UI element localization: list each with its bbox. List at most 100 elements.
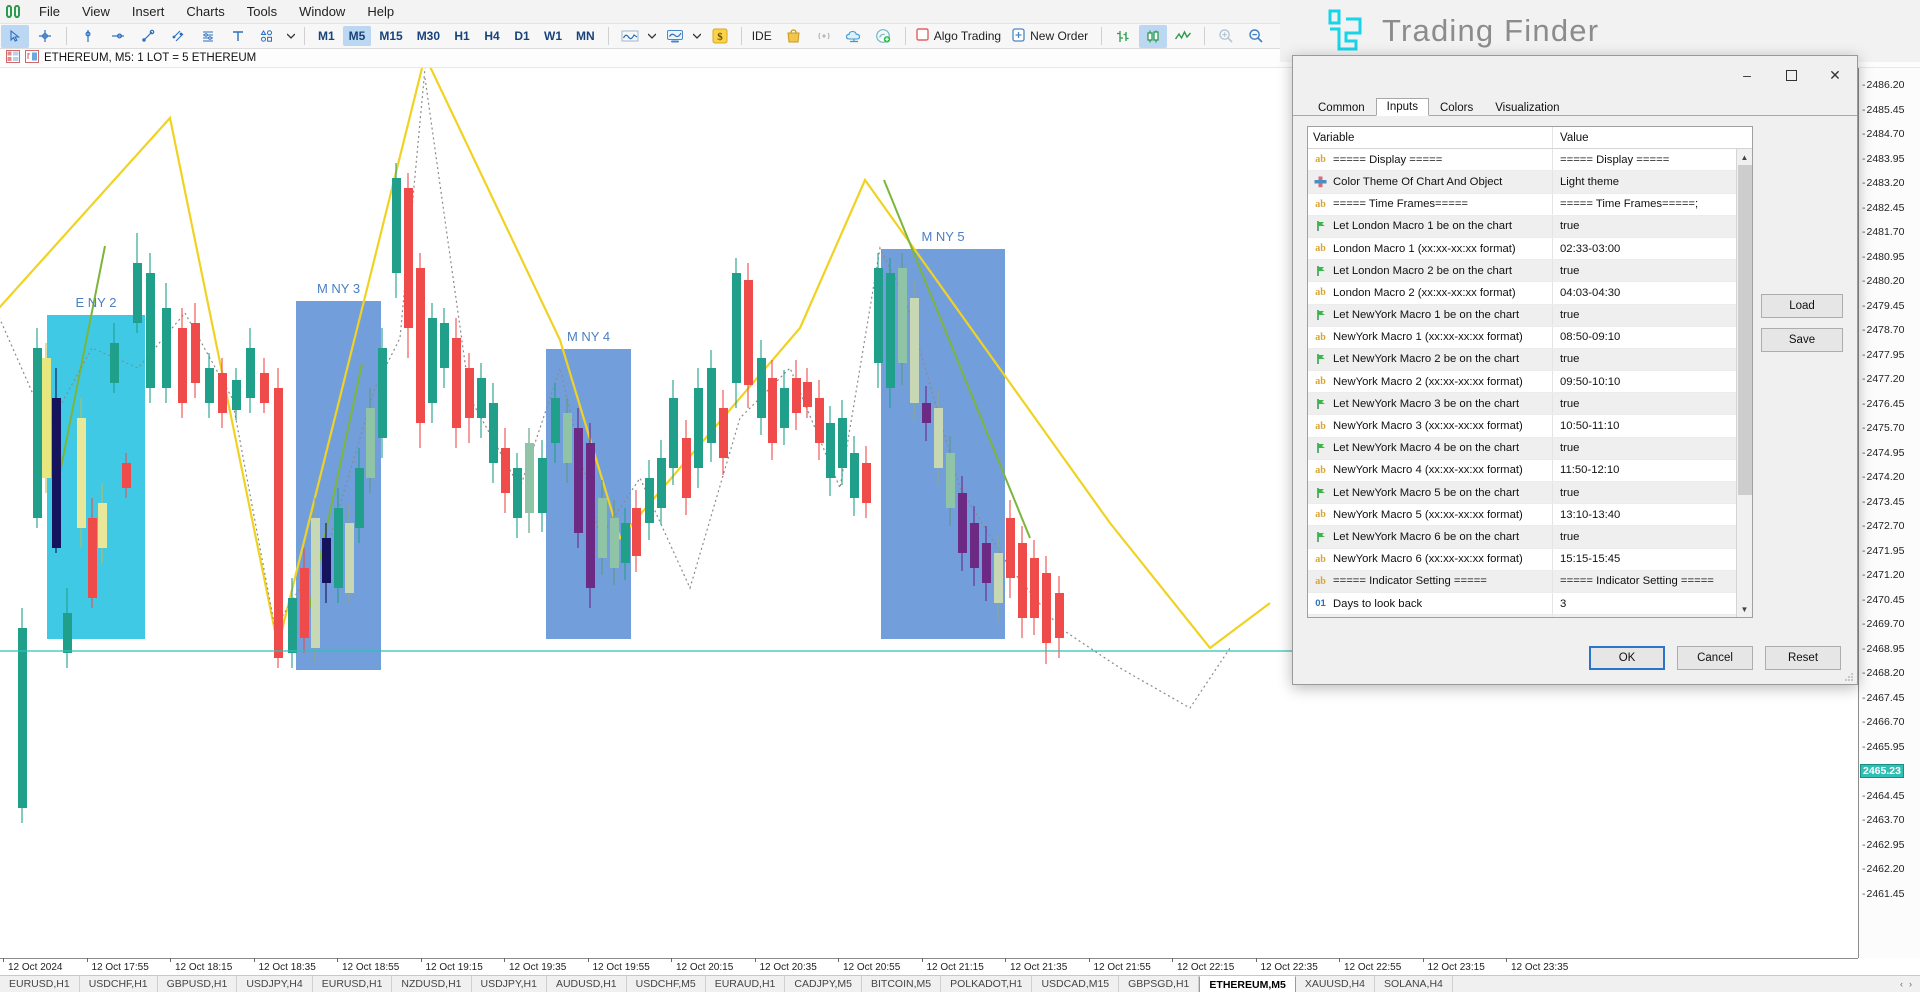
inputs-grid-row[interactable]: ab===== Visual Setting ========== Visual… — [1308, 615, 1736, 617]
symbol-tab[interactable]: USDCHF,M5 — [627, 976, 706, 992]
scroll-down-arrow-icon[interactable]: ▼ — [1737, 601, 1753, 617]
bar-chart-icon[interactable] — [1109, 25, 1137, 48]
inputs-grid-row[interactable]: Let NewYork Macro 2 be on the charttrue — [1308, 349, 1736, 371]
inputs-grid-row[interactable]: ab===== Display ========== Display ===== — [1308, 149, 1736, 171]
cursor-icon[interactable] — [1, 25, 29, 48]
inputs-grid-row[interactable]: Let NewYork Macro 3 be on the charttrue — [1308, 393, 1736, 415]
crosshair-icon[interactable] — [31, 25, 59, 48]
inputs-grid-scrollbar[interactable]: ▲ ▼ — [1736, 149, 1752, 617]
scrollbar-thumb[interactable] — [1738, 165, 1752, 495]
save-button[interactable]: Save — [1761, 328, 1843, 352]
symbol-tab[interactable]: AUDUSD,H1 — [547, 976, 627, 992]
tab-inputs[interactable]: Inputs — [1376, 98, 1429, 116]
input-value-cell[interactable]: 08:50-09:10 — [1553, 331, 1736, 343]
inputs-grid-row[interactable]: ab===== Time Frames========== Time Frame… — [1308, 194, 1736, 216]
symbol-tabs-next-button[interactable]: › — [1909, 979, 1912, 989]
menu-window[interactable]: Window — [288, 1, 356, 23]
ok-button[interactable]: OK — [1589, 646, 1665, 670]
chart-data-icon[interactable] — [25, 50, 39, 66]
tab-common[interactable]: Common — [1307, 99, 1376, 116]
horizontal-line-icon[interactable] — [104, 25, 132, 48]
vertical-line-icon[interactable] — [74, 25, 102, 48]
inputs-grid-row[interactable]: Let NewYork Macro 5 be on the charttrue — [1308, 482, 1736, 504]
template-chart-icon[interactable] — [661, 25, 689, 48]
line-chart-icon[interactable] — [1169, 25, 1197, 48]
inputs-grid-row[interactable]: ab===== Indicator Setting ========== Ind… — [1308, 571, 1736, 593]
scrollbar-track[interactable] — [1737, 165, 1753, 601]
inputs-grid-row[interactable]: Let NewYork Macro 6 be on the charttrue — [1308, 526, 1736, 548]
timeframe-w1[interactable]: W1 — [538, 26, 568, 46]
timeframe-mn[interactable]: MN — [570, 26, 601, 46]
inputs-grid-row[interactable]: abNewYork Macro 5 (xx:xx-xx:xx format)13… — [1308, 504, 1736, 526]
inputs-grid-row[interactable]: abLondon Macro 1 (xx:xx-xx:xx format)02:… — [1308, 238, 1736, 260]
shapes-icon[interactable] — [254, 25, 282, 48]
input-value-cell[interactable]: 02:33-03:00 — [1553, 243, 1736, 255]
load-button[interactable]: Load — [1761, 294, 1843, 318]
inputs-grid-row[interactable]: abNewYork Macro 2 (xx:xx-xx:xx format)09… — [1308, 371, 1736, 393]
timeframe-m30[interactable]: M30 — [411, 26, 446, 46]
symbol-tab[interactable]: EURUSD,H1 — [0, 976, 80, 992]
symbol-tab[interactable]: USDJPY,H1 — [472, 976, 547, 992]
menu-tools[interactable]: Tools — [236, 1, 288, 23]
signals-icon[interactable] — [810, 25, 838, 48]
price-axis[interactable]: 2486.202485.452484.702483.952483.202482.… — [1858, 68, 1920, 958]
zoom-in-icon[interactable] — [1212, 25, 1240, 48]
tab-colors[interactable]: Colors — [1429, 99, 1484, 116]
input-value-cell[interactable]: Light theme — [1553, 176, 1736, 188]
symbol-tab[interactable]: ETHEREUM,M5 — [1199, 976, 1295, 992]
inputs-grid-row[interactable]: abNewYork Macro 3 (xx:xx-xx:xx format)10… — [1308, 415, 1736, 437]
inputs-grid-row[interactable]: Let NewYork Macro 4 be on the charttrue — [1308, 438, 1736, 460]
inputs-grid-row[interactable]: abNewYork Macro 6 (xx:xx-xx:xx format)15… — [1308, 549, 1736, 571]
menu-file[interactable]: File — [28, 1, 71, 23]
symbol-tab[interactable]: USDCAD,M15 — [1032, 976, 1119, 992]
input-value-cell[interactable]: true — [1553, 309, 1736, 321]
candlestick-icon[interactable] — [1139, 25, 1167, 48]
indicator-line-icon[interactable] — [616, 25, 644, 48]
timeframe-d1[interactable]: D1 — [508, 26, 536, 46]
reset-button[interactable]: Reset — [1765, 646, 1841, 670]
dialog-minimize-button[interactable]: – — [1725, 56, 1769, 94]
zoom-out-icon[interactable] — [1242, 25, 1270, 48]
text-label-icon[interactable] — [224, 25, 252, 48]
symbol-tab[interactable]: CADJPY,M5 — [785, 976, 862, 992]
symbol-tab[interactable]: SOLANA,H4 — [1375, 976, 1453, 992]
dialog-close-button[interactable]: ✕ — [1813, 56, 1857, 94]
input-value-cell[interactable]: true — [1553, 487, 1736, 499]
new-order-button[interactable]: New Order — [1008, 26, 1095, 46]
symbol-tab[interactable]: GBPUSD,H1 — [158, 976, 238, 992]
tab-visualization[interactable]: Visualization — [1484, 99, 1570, 116]
input-value-cell[interactable]: true — [1553, 265, 1736, 277]
symbol-tab[interactable]: USDCHF,H1 — [80, 976, 158, 992]
input-value-cell[interactable]: 09:50-10:10 — [1553, 376, 1736, 388]
input-value-cell[interactable]: true — [1553, 353, 1736, 365]
timeframe-h4[interactable]: H4 — [478, 26, 506, 46]
inputs-grid-row[interactable]: abNewYork Macro 4 (xx:xx-xx:xx format)11… — [1308, 460, 1736, 482]
shapes-dropdown-icon[interactable] — [284, 25, 297, 48]
input-value-cell[interactable]: 13:10-13:40 — [1553, 509, 1736, 521]
timeframe-h1[interactable]: H1 — [448, 26, 476, 46]
symbol-tab[interactable]: GBPSGD,H1 — [1119, 976, 1199, 992]
fibonacci-retracement-icon[interactable] — [194, 25, 222, 48]
dialog-title-bar[interactable]: – ✕ — [1293, 56, 1857, 94]
input-value-cell[interactable]: 10:50-11:10 — [1553, 420, 1736, 432]
symbol-tab[interactable]: EURAUD,H1 — [706, 976, 786, 992]
input-value-cell[interactable]: true — [1553, 442, 1736, 454]
menu-charts[interactable]: Charts — [175, 1, 235, 23]
timeframe-m15[interactable]: M15 — [373, 26, 408, 46]
equidistant-channel-icon[interactable] — [164, 25, 192, 48]
symbol-tab[interactable]: BITCOIN,M5 — [862, 976, 941, 992]
cancel-button[interactable]: Cancel — [1677, 646, 1753, 670]
input-value-cell[interactable]: 11:50-12:10 — [1553, 464, 1736, 476]
input-value-cell[interactable]: 04:03-04:30 — [1553, 287, 1736, 299]
copy-trading-icon[interactable] — [870, 25, 898, 48]
inputs-grid-row[interactable]: Let NewYork Macro 1 be on the charttrue — [1308, 305, 1736, 327]
inputs-grid-row[interactable]: 01Days to look back3 — [1308, 593, 1736, 615]
inputs-grid-row[interactable]: Let London Macro 1 be on the charttrue — [1308, 216, 1736, 238]
time-axis[interactable]: 12 Oct 202412 Oct 17:5512 Oct 18:1512 Oc… — [0, 958, 1858, 975]
input-value-cell[interactable]: ===== Time Frames=====; — [1553, 198, 1736, 210]
menu-help[interactable]: Help — [356, 1, 405, 23]
menu-insert[interactable]: Insert — [121, 1, 176, 23]
input-value-cell[interactable]: 3 — [1553, 598, 1736, 610]
symbol-tab[interactable]: USDJPY,H4 — [237, 976, 312, 992]
dollar-icon[interactable]: $ — [706, 25, 734, 48]
